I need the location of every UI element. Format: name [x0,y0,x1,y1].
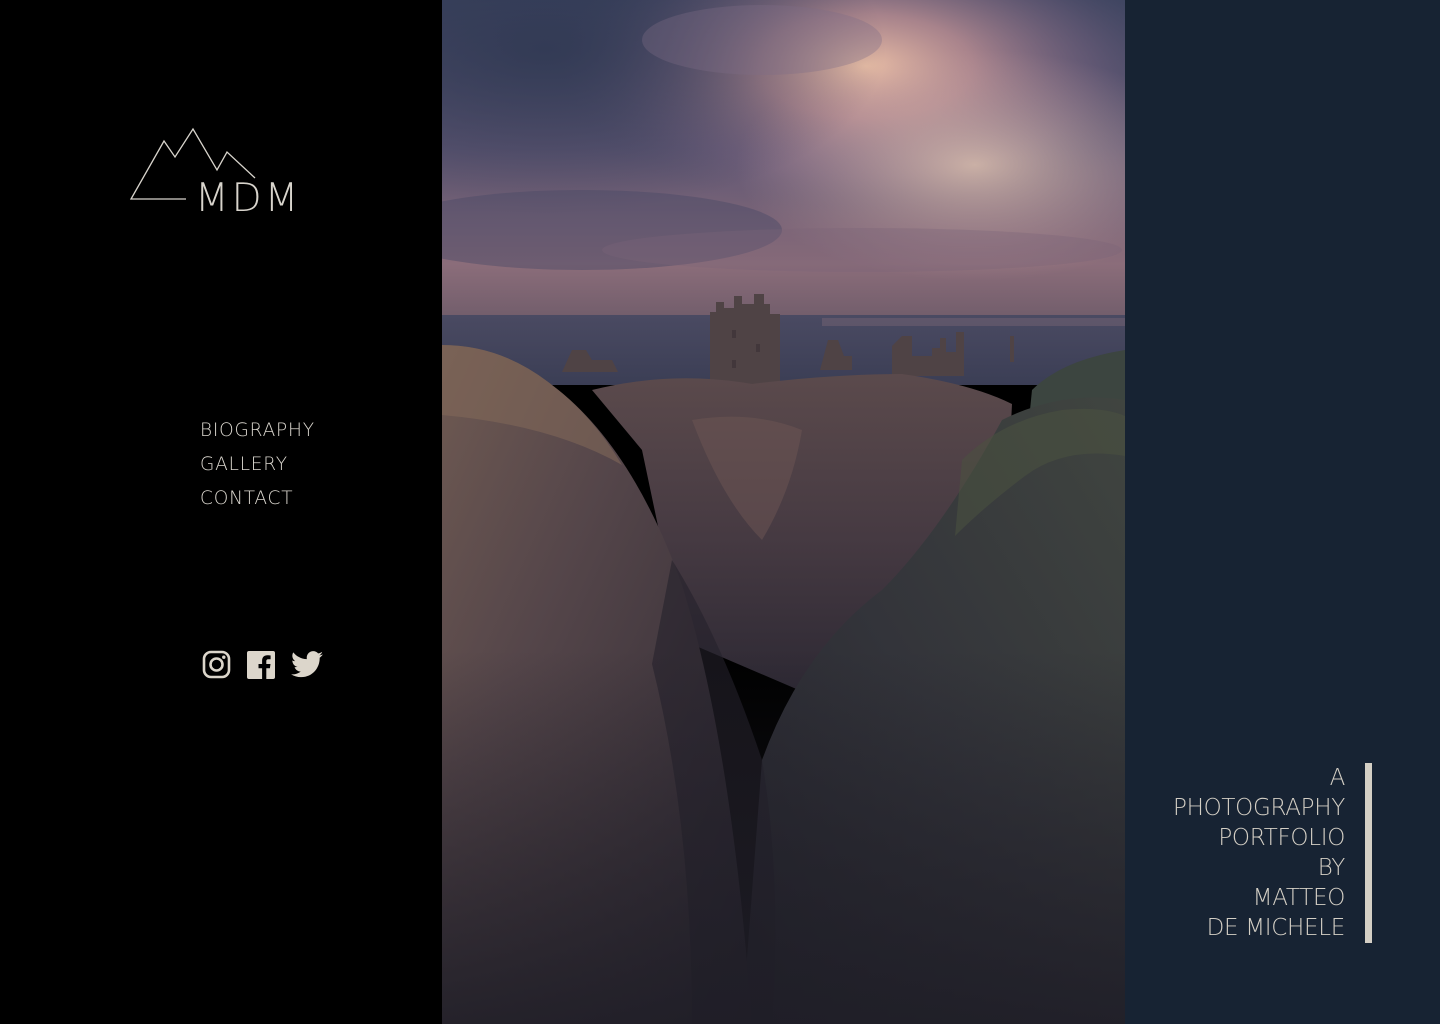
tagline-accent-bar [1365,763,1372,943]
nav-link-biography[interactable]: BIOGRAPHY [200,414,315,448]
tagline-line: PORTFOLIO [1218,825,1345,851]
nav-item: CONTACT [200,482,315,516]
instagram-icon [202,650,231,679]
facebook-link[interactable] [247,650,275,679]
facebook-icon [247,650,275,679]
nav-link-gallery[interactable]: GALLERY [200,448,315,482]
tagline-line: A [1329,765,1346,791]
tagline-line: MATTEO [1252,885,1346,911]
twitter-link[interactable] [291,651,323,678]
tagline-line: PHOTOGRAPHY [1173,795,1345,821]
nav-list: BIOGRAPHY GALLERY CONTACT [200,414,315,516]
twitter-icon [291,651,323,678]
tagline: A PHOTOGRAPHY PORTFOLIO BY MATTEO DE MIC… [1173,763,1345,943]
social-links [202,650,323,679]
instagram-link[interactable] [202,650,231,679]
logo-text: MDM [195,176,302,221]
tagline-line: BY [1317,855,1346,881]
sidebar: MDM BIOGRAPHY GALLERY CONTACT [0,0,442,1024]
logo[interactable]: MDM [129,126,299,226]
nav-item: BIOGRAPHY [200,414,315,448]
hero-image [442,0,1125,1024]
landscape-photo [442,0,1125,1024]
page: MDM BIOGRAPHY GALLERY CONTACT A PHOTOGRA… [0,0,1440,1024]
tagline-line: DE MICHELE [1206,915,1346,941]
right-panel: A PHOTOGRAPHY PORTFOLIO BY MATTEO DE MIC… [1125,0,1440,1024]
nav-link-contact[interactable]: CONTACT [200,482,315,516]
nav-item: GALLERY [200,448,315,482]
